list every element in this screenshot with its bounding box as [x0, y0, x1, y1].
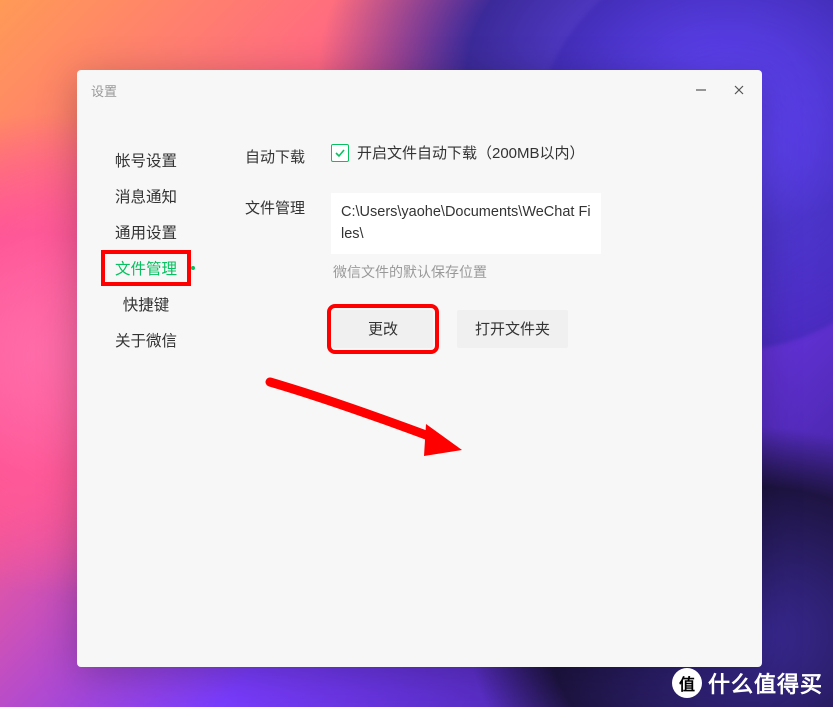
sidebar-item-label: 关于微信 [115, 329, 177, 351]
sidebar-item-label: 文件管理 [115, 257, 177, 279]
watermark-badge-icon: 值 [672, 668, 702, 698]
window-controls [688, 80, 752, 100]
sidebar-item-label: 通用设置 [115, 221, 177, 243]
change-button[interactable]: 更改 [333, 310, 433, 348]
sidebar-item-about[interactable]: 关于微信 [101, 322, 191, 358]
row-file-mgmt: 文件管理 C:\Users\yaohe\Documents\WeChat Fil… [245, 193, 732, 348]
minimize-button[interactable] [688, 80, 714, 100]
watermark: 值 什么值得买 [672, 667, 823, 699]
sidebar: 帐号设置 消息通知 通用设置 文件管理 快捷键 关于微信 [77, 142, 205, 667]
auto-download-checkbox[interactable] [331, 144, 349, 162]
watermark-text: 什么值得买 [708, 667, 823, 699]
sidebar-item-label: 消息通知 [115, 185, 177, 207]
file-path-hint: 微信文件的默认保存位置 [333, 262, 732, 282]
active-indicator-icon [191, 266, 195, 270]
open-folder-button[interactable]: 打开文件夹 [457, 310, 568, 348]
titlebar: 设置 [77, 70, 762, 110]
checkbox-row: 开启文件自动下载（200MB以内） [331, 142, 732, 163]
sidebar-item-account[interactable]: 帐号设置 [101, 142, 191, 178]
sidebar-item-notification[interactable]: 消息通知 [101, 178, 191, 214]
row-label: 自动下载 [245, 142, 331, 167]
checkbox-label: 开启文件自动下载（200MB以内） [357, 142, 585, 163]
checkmark-icon [334, 147, 346, 159]
window-title: 设置 [91, 81, 117, 100]
sidebar-item-file-mgmt[interactable]: 文件管理 [101, 250, 191, 286]
row-auto-download: 自动下载 开启文件自动下载（200MB以内） [245, 142, 732, 167]
sidebar-item-label: 帐号设置 [115, 149, 177, 171]
sidebar-item-label: 快捷键 [123, 293, 170, 315]
sidebar-item-shortcut[interactable]: 快捷键 [101, 286, 191, 322]
settings-window: 设置 帐号设置 消息通知 通用设置 文件管理 [77, 70, 762, 667]
button-row: 更改 打开文件夹 [333, 310, 732, 348]
close-button[interactable] [726, 80, 752, 100]
content-panel: 自动下载 开启文件自动下载（200MB以内） 文件管理 C:\Users\yao… [205, 142, 762, 667]
file-path-display: C:\Users\yaohe\Documents\WeChat Files\ [331, 193, 601, 254]
window-body: 帐号设置 消息通知 通用设置 文件管理 快捷键 关于微信 自动下载 [77, 110, 762, 667]
sidebar-item-general[interactable]: 通用设置 [101, 214, 191, 250]
row-label: 文件管理 [245, 193, 331, 218]
